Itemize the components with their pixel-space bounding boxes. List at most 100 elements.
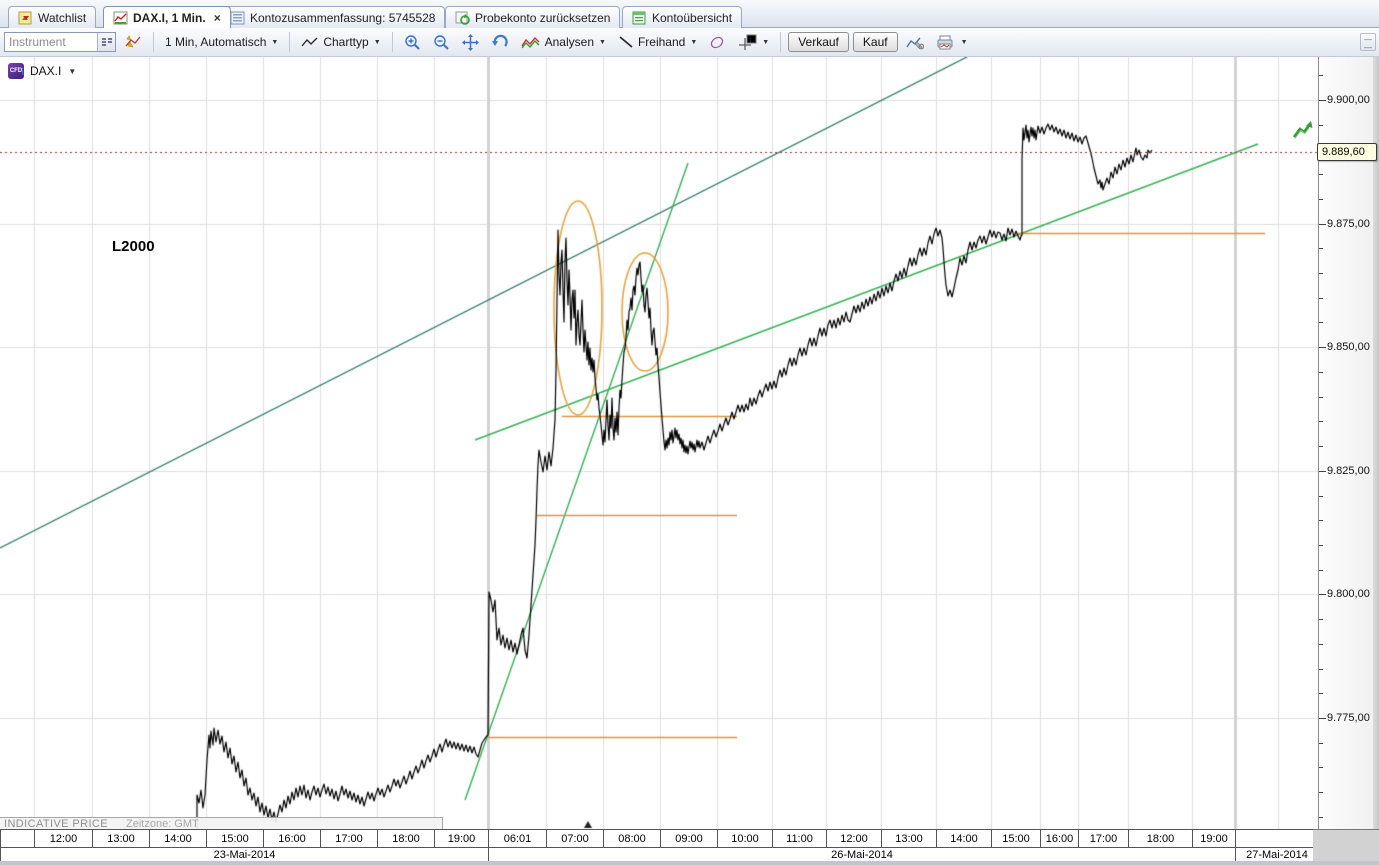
watchlist-icon [18, 11, 33, 25]
tab-label: DAX.I, 1 Min. [133, 11, 206, 25]
chart-settings-button[interactable] [902, 32, 928, 52]
new-chart-button[interactable] [120, 31, 146, 53]
instrument-lookup-button[interactable] [97, 33, 115, 51]
print-dropdown[interactable]: ▼ [932, 32, 972, 52]
price-axis-minor-tick [1319, 767, 1323, 768]
date-axis-section: 26-Mai-2014 [488, 848, 1235, 861]
tab-kontozusammenfassung[interactable]: Kontozusammenfassung: 5745528 [220, 6, 445, 28]
price-axis-major-tick [1319, 594, 1326, 595]
chevron-down-icon: ▼ [599, 39, 606, 46]
tab-label: Kontozusammenfassung: 5745528 [250, 11, 435, 25]
window-bottom-edge [0, 861, 1379, 865]
undo-button[interactable] [487, 32, 513, 52]
time-axis-cell: 13:00 [881, 830, 936, 847]
chevron-down-icon: ▼ [690, 39, 697, 46]
toolbar-separator [780, 32, 781, 52]
indicative-price-note: INDICATIVE PRICE Zeitzone: GMT [0, 817, 443, 829]
line-chart-icon [301, 36, 319, 48]
zoom-in-button[interactable] [400, 32, 425, 53]
price-axis-label: 9.775,00 [1327, 712, 1370, 724]
time-axis-cell: 19:00 [434, 830, 488, 847]
tab-close-icon[interactable]: × [214, 11, 221, 25]
legend-symbol: DAX.I [30, 64, 61, 78]
tab-bar: Watchlist DAX.I, 1 Min. × Kontozusammenf… [0, 0, 1379, 28]
toolbar-separator [153, 32, 154, 52]
price-axis[interactable]: 9.889,60 9.900,009.875,009.850,009.825,0… [1318, 57, 1379, 829]
time-axis-cell: 16:00 [1040, 830, 1078, 847]
reset-demo-icon [455, 11, 470, 25]
zoom-out-icon [433, 34, 450, 51]
eraser-button[interactable] [705, 33, 729, 52]
chart-plot-area: CFD DAX.I ▼ L2000 INDICATIVE PRICE Zeitz… [0, 57, 1318, 829]
sell-button[interactable]: Verkauf [788, 32, 849, 52]
eraser-icon [709, 35, 725, 50]
indicative-price-label: INDICATIVE PRICE [4, 818, 108, 829]
instrument-search-field [4, 32, 116, 52]
pan-button[interactable] [458, 32, 483, 53]
price-axis-label: 9.850,00 [1327, 341, 1370, 353]
tab-watchlist[interactable]: Watchlist [8, 6, 96, 28]
price-axis-label: 9.875,00 [1327, 218, 1370, 230]
time-axis-cell: 17:00 [320, 830, 377, 847]
price-axis-major-tick [1319, 224, 1326, 225]
trend-up-arrow-icon[interactable] [1292, 119, 1314, 141]
charttype-dropdown[interactable]: Charttyp▼ [297, 33, 384, 51]
price-axis-minor-tick [1319, 199, 1323, 200]
price-axis-label: 9.825,00 [1327, 465, 1370, 477]
tab-label: Kontoübersicht [652, 11, 732, 25]
price-axis-minor-tick [1319, 125, 1323, 126]
toolbar-overflow-button[interactable]: —— [1360, 33, 1376, 51]
interval-dropdown[interactable]: 1 Min, Automatisch▼ [161, 33, 282, 51]
price-axis-major-tick [1319, 718, 1326, 719]
freihand-dropdown[interactable]: Freihand ▼ [614, 33, 701, 51]
chart-tab-icon [113, 11, 128, 25]
toolbar-separator [392, 32, 393, 52]
toolbar-separator [289, 32, 290, 52]
tab-probekonto-reset[interactable]: Probekonto zurücksetzen [445, 6, 620, 28]
time-axis-cell: 12:00 [826, 830, 881, 847]
freihand-label: Freihand [638, 35, 685, 49]
time-axis-cell: 18:00 [377, 830, 434, 847]
price-axis-minor-tick [1319, 298, 1323, 299]
price-chart-canvas[interactable] [0, 57, 1318, 829]
interval-label: 1 Min, Automatisch [165, 35, 266, 49]
account-overview-icon [632, 11, 647, 25]
zoom-in-icon [404, 34, 421, 51]
instrument-input[interactable] [5, 33, 97, 51]
price-axis-minor-tick [1319, 545, 1323, 546]
pan-icon [462, 34, 479, 51]
annotation-text-label[interactable]: L2000 [112, 238, 155, 255]
price-axis-minor-tick [1319, 792, 1323, 793]
chart-toolbar: 1 Min, Automatisch▼ Charttyp▼ Analysen▼ … [0, 28, 1379, 57]
window-right-edge [1373, 57, 1379, 865]
price-axis-minor-tick [1319, 496, 1323, 497]
price-axis-major-tick [1319, 347, 1326, 348]
tab-kontouebersicht[interactable]: Kontoübersicht [622, 6, 742, 28]
chart-legend[interactable]: CFD DAX.I ▼ [8, 63, 76, 79]
analysen-dropdown[interactable]: Analysen▼ [517, 33, 610, 51]
axis-corner [1313, 829, 1379, 861]
price-axis-label: 9.800,00 [1327, 588, 1370, 600]
price-axis-major-tick [1319, 100, 1326, 101]
chart-settings-icon [906, 34, 924, 50]
price-axis-minor-tick [1319, 397, 1323, 398]
time-axis-cell: 17:00 [1078, 830, 1128, 847]
chevron-down-icon: ▼ [961, 39, 968, 46]
date-axis-section: 23-Mai-2014 [0, 848, 488, 861]
time-axis-cell: 08:00 [603, 830, 660, 847]
date-axis-section: 27-Mai-2014 [1235, 848, 1318, 861]
freehand-line-icon [618, 35, 634, 49]
price-axis-minor-tick [1319, 619, 1323, 620]
crosshair-info-icon: i [737, 34, 757, 50]
price-axis-minor-tick [1319, 693, 1323, 694]
time-axis[interactable]: 12:0013:0014:0015:0016:0017:0018:0019:00… [0, 829, 1318, 847]
time-axis-cell: 06:01 [488, 830, 546, 847]
crosshair-dropdown[interactable]: i ▼ [733, 32, 773, 52]
time-axis-cell [0, 830, 34, 847]
tab-dax-chart[interactable]: DAX.I, 1 Min. × [103, 6, 231, 28]
chevron-down-icon: ▼ [374, 39, 381, 46]
time-axis-cell: 15:00 [991, 830, 1040, 847]
price-axis-minor-tick [1319, 421, 1323, 422]
zoom-out-button[interactable] [429, 32, 454, 53]
buy-button[interactable]: Kauf [853, 32, 898, 52]
